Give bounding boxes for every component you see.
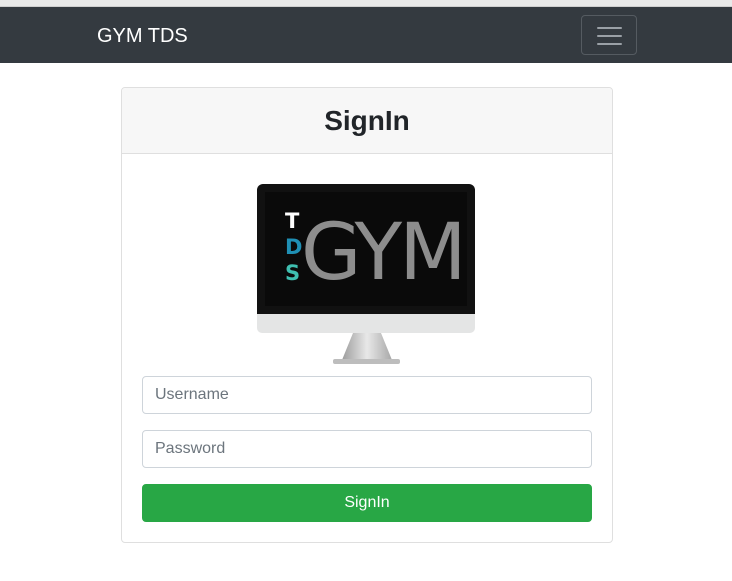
navbar-brand[interactable]: GYM TDS xyxy=(97,24,188,48)
card-header: SignIn xyxy=(122,88,612,154)
logo-wordmark: GYM xyxy=(301,208,467,298)
monitor-stand xyxy=(342,333,392,360)
signin-card: SignIn T D S GYM SignIn xyxy=(121,87,613,543)
logo-letter-d: D xyxy=(285,235,303,259)
logo-letter-t: T xyxy=(285,209,300,233)
logo-letter-s: S xyxy=(285,261,301,285)
navbar: GYM TDS xyxy=(0,7,732,63)
monitor-chin xyxy=(257,314,475,333)
monitor-foot xyxy=(333,359,400,364)
gym-logo-image: T D S GYM xyxy=(257,184,475,368)
password-input[interactable] xyxy=(142,430,592,468)
username-input[interactable] xyxy=(142,376,592,414)
browser-top-strip xyxy=(0,0,732,7)
monitor-screen: T D S GYM xyxy=(265,192,467,306)
monitor-bezel: T D S GYM xyxy=(257,184,475,319)
navbar-toggler-button[interactable] xyxy=(581,15,637,55)
signin-button[interactable]: SignIn xyxy=(142,484,592,522)
page-title: SignIn xyxy=(324,104,410,136)
